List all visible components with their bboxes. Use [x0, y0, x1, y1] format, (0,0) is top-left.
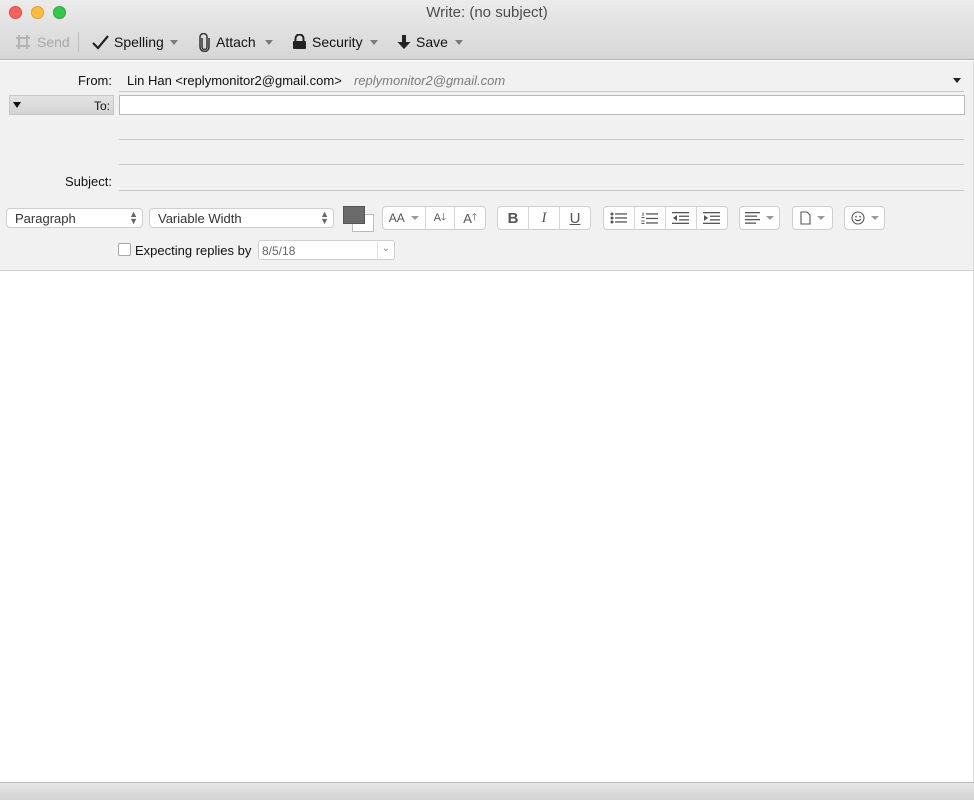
to-input[interactable] [119, 95, 965, 115]
from-email-hint: replymonitor2@gmail.com [354, 73, 506, 88]
attach-dropdown[interactable] [263, 33, 275, 51]
spelling-dropdown[interactable] [168, 33, 180, 51]
chevron-down-icon [410, 216, 419, 220]
from-label: From: [78, 73, 112, 88]
down-arrow-icon: 🡓 [441, 211, 447, 223]
chevron-down-icon[interactable]: ⌄ [382, 243, 390, 254]
up-down-chevron-icon: ▲ ▼ [129, 209, 138, 226]
increase-font-button[interactable]: A 🡑 [455, 207, 485, 229]
send-icon [16, 35, 30, 49]
up-down-chevron-icon: ▲ ▼ [320, 209, 329, 226]
spelling-label: Spelling [114, 34, 164, 50]
expecting-replies-checkbox[interactable] [118, 243, 131, 256]
smiley-icon [850, 211, 865, 225]
attach-button[interactable]: Attach [198, 30, 256, 54]
text-style-group: B I U [497, 206, 591, 230]
download-arrow-icon [397, 35, 411, 49]
send-button[interactable]: Send [14, 30, 70, 54]
security-dropdown[interactable] [368, 33, 380, 51]
underline-button[interactable]: U [560, 207, 590, 229]
up-arrow-icon: 🡑 [471, 211, 478, 223]
outdent-icon [672, 212, 689, 224]
align-icon [745, 212, 760, 224]
send-label: Send [37, 34, 70, 50]
text-color-picker[interactable] [343, 206, 375, 234]
italic-button[interactable]: I [529, 207, 560, 229]
from-identity[interactable]: Lin Han <replymonitor2@gmail.com> [127, 73, 342, 88]
save-label: Save [416, 34, 448, 50]
larger-font-icon: A [463, 210, 472, 226]
bold-button[interactable]: B [498, 207, 529, 229]
insert-button[interactable] [793, 207, 832, 229]
recipient-type-dropdown[interactable]: To: [9, 95, 114, 115]
attach-label: Attach [216, 34, 256, 50]
font-value: Variable Width [158, 211, 242, 226]
decrease-font-button[interactable]: A 🡓 [426, 207, 456, 229]
subject-input[interactable] [119, 190, 964, 191]
window-chrome: Write: (no subject) Send Spelling Attach… [0, 0, 974, 60]
recipient-row-line [119, 139, 964, 140]
from-dropdown-arrow-icon[interactable] [953, 78, 961, 83]
paperclip-icon [199, 32, 210, 52]
chevron-down-icon [870, 216, 879, 220]
chevron-down-icon [766, 216, 774, 220]
smaller-font-icon: A [433, 212, 441, 224]
status-bar [0, 782, 974, 800]
bulleted-list-icon [610, 212, 627, 224]
reply-date-field[interactable]: 8/5/18 ⌄ [258, 240, 395, 260]
font-select[interactable]: Variable Width ▲ ▼ [149, 208, 334, 228]
spelling-button[interactable]: Spelling [92, 30, 164, 54]
outdent-button[interactable] [666, 207, 697, 229]
compose-header: From: Lin Han <replymonitor2@gmail.com> … [0, 61, 974, 271]
window-title: Write: (no subject) [426, 4, 548, 21]
font-size-group: AA A 🡓 A 🡑 [382, 206, 486, 230]
triangle-down-icon [13, 102, 21, 108]
list-indent-group [603, 206, 728, 230]
save-dropdown[interactable] [453, 33, 465, 51]
subject-label: Subject: [65, 174, 112, 189]
to-label: To: [93, 99, 110, 113]
security-label: Security [312, 34, 363, 50]
emoji-button[interactable] [845, 207, 884, 229]
numbered-list-icon [641, 212, 658, 224]
toolbar-separator [78, 32, 79, 52]
from-underline [119, 91, 964, 92]
alignment-button[interactable] [740, 207, 779, 229]
date-divider [377, 242, 378, 258]
reply-date-value: 8/5/18 [262, 244, 296, 258]
font-size-icon: AA [388, 211, 405, 225]
indent-icon [703, 212, 720, 224]
save-button[interactable]: Save [397, 30, 448, 54]
message-body-editor[interactable] [0, 272, 974, 782]
expecting-replies-label: Expecting replies by [135, 243, 252, 258]
bulleted-list-button[interactable] [604, 207, 635, 229]
text-color-swatch[interactable] [343, 206, 365, 224]
lock-icon [293, 34, 306, 49]
security-button[interactable]: Security [292, 30, 363, 54]
emoji-group [844, 206, 885, 230]
font-size-button[interactable]: AA [383, 207, 426, 229]
insert-group [792, 206, 833, 230]
recipient-row-line [119, 164, 964, 165]
indent-button[interactable] [697, 207, 727, 229]
checkmark-icon [92, 34, 109, 50]
insert-icon [800, 211, 811, 225]
alignment-group [739, 206, 780, 230]
chevron-down-icon [817, 216, 825, 220]
numbered-list-button[interactable] [635, 207, 666, 229]
paragraph-format-value: Paragraph [15, 211, 76, 226]
paragraph-format-select[interactable]: Paragraph ▲ ▼ [6, 208, 143, 228]
